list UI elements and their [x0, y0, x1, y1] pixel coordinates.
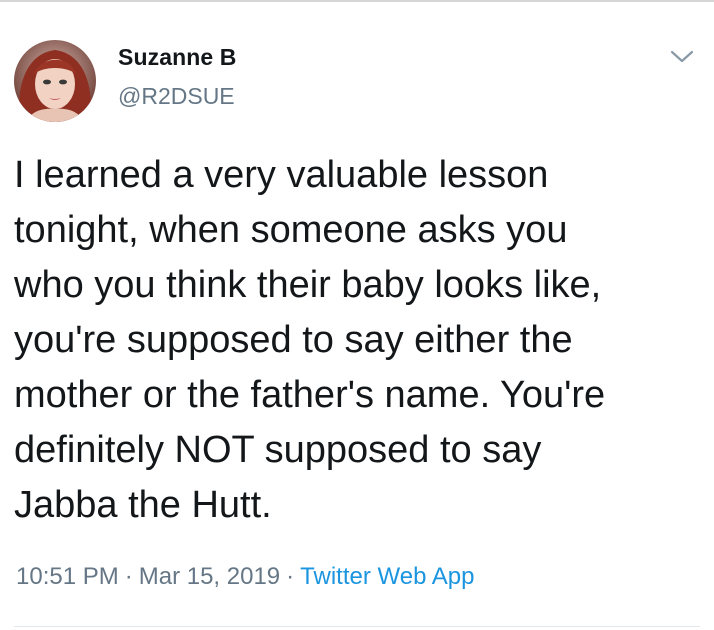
profile-photo-icon [14, 40, 96, 122]
user-handle[interactable]: @R2DSUE [118, 83, 235, 110]
tweet-card: Suzanne B @R2DSUE I learned a very valua… [0, 0, 714, 630]
top-divider [0, 0, 714, 2]
chevron-down-icon[interactable] [668, 47, 696, 67]
meta-separator-2: · [286, 563, 295, 590]
display-name[interactable]: Suzanne B [118, 44, 236, 71]
bottom-divider [14, 626, 700, 627]
tweet-time[interactable]: 10:51 PM [16, 563, 119, 590]
tweet-meta: 10:51 PM · Mar 15, 2019 · Twitter Web App [16, 563, 474, 591]
avatar[interactable] [14, 40, 96, 122]
tweet-source-link[interactable]: Twitter Web App [300, 563, 474, 590]
tweet-text: I learned a very valuable lesson tonight… [14, 154, 606, 526]
tweet-date[interactable]: Mar 15, 2019 [139, 563, 280, 590]
meta-separator: · [124, 563, 133, 590]
